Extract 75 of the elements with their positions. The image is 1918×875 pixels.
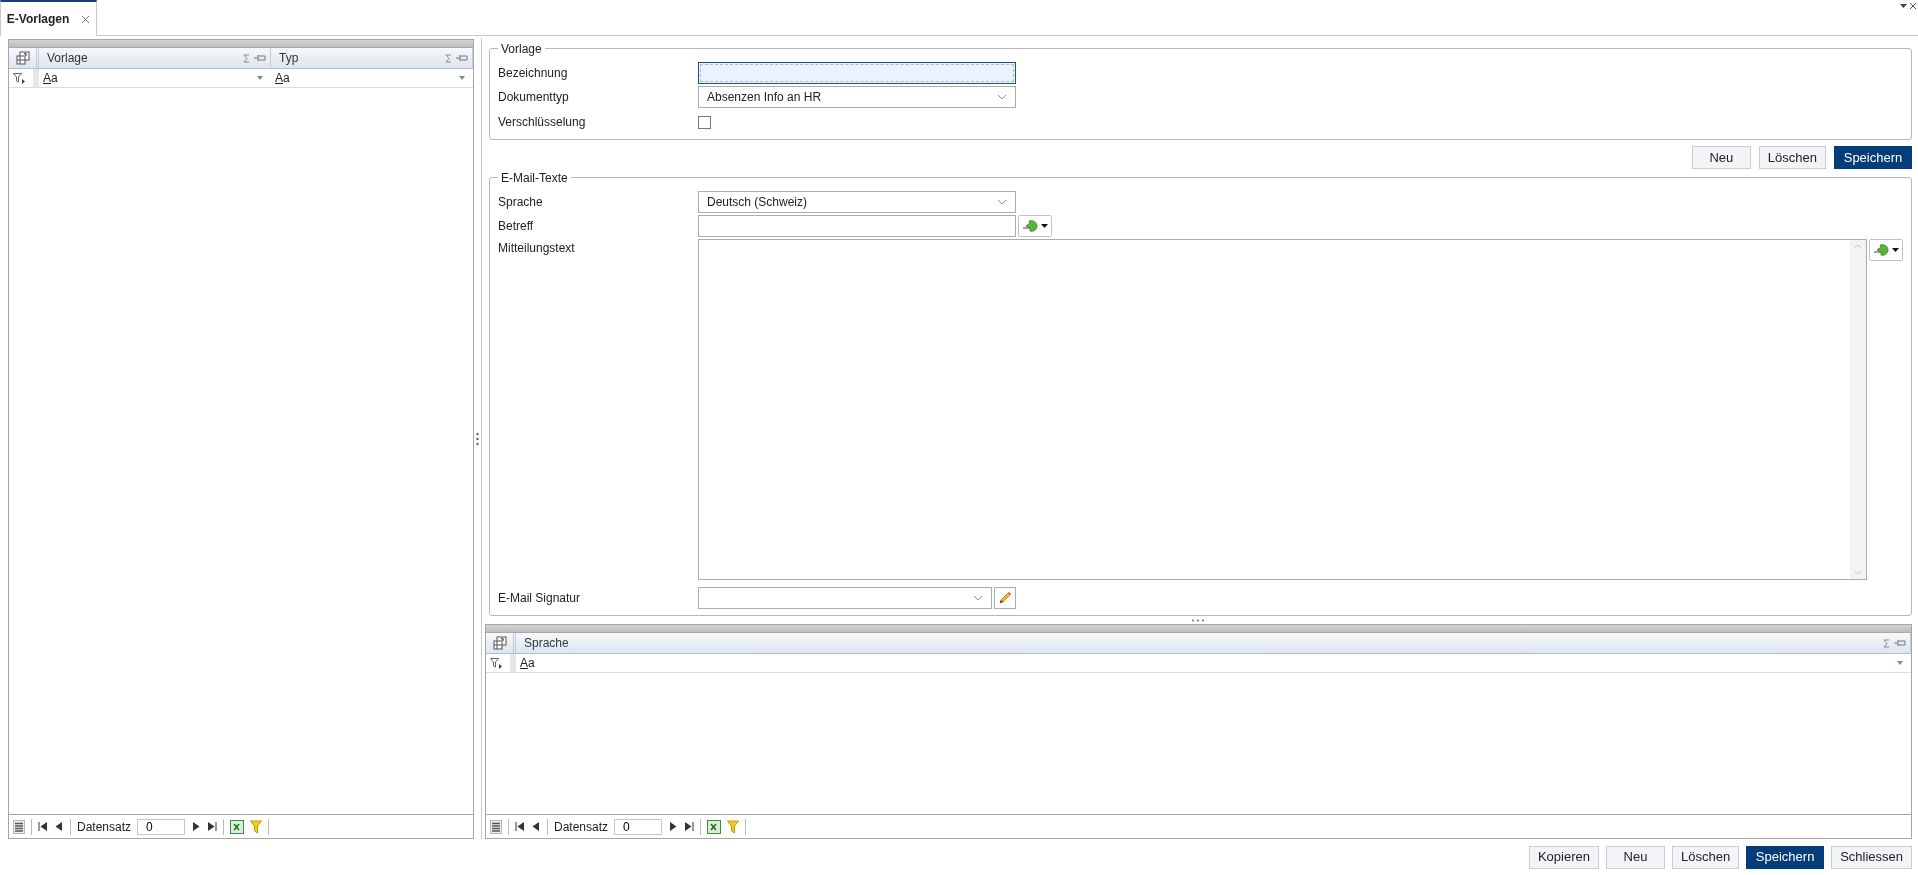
action-button[interactable]: Schliessen (1831, 845, 1912, 869)
sum-icon[interactable] (243, 53, 250, 63)
close-icon[interactable] (1910, 3, 1916, 9)
field-label: Betreff (498, 218, 535, 235)
action-button[interactable]: Löschen (1671, 845, 1740, 869)
insert-placeholder-button[interactable] (1018, 215, 1052, 237)
action-button[interactable]: Löschen (1758, 146, 1826, 169)
record-number-field[interactable]: 0 (137, 818, 186, 835)
pencil-icon (998, 591, 1012, 605)
field-label: Bezeichnung (498, 65, 569, 82)
last-record-icon[interactable] (207, 822, 218, 831)
previous-record-icon[interactable] (531, 822, 541, 831)
chevron-down-icon (997, 94, 1007, 100)
filter-cell[interactable]: Aa (39, 69, 271, 87)
filter-icon[interactable] (727, 819, 740, 834)
text-field[interactable] (698, 62, 1016, 84)
action-button[interactable]: Neu (1691, 146, 1751, 169)
dropdown-field[interactable]: Deutsch (Schweiz) (698, 191, 1016, 213)
action-button[interactable]: Neu (1605, 845, 1665, 869)
last-record-icon[interactable] (684, 822, 695, 831)
filter-cell[interactable]: Aa (271, 69, 473, 87)
filter-operator[interactable]: Aa (275, 69, 290, 87)
dropdown-icon (1891, 248, 1899, 252)
previous-record-icon[interactable] (54, 822, 64, 831)
insert-arrow-icon (1873, 243, 1890, 257)
filter-row-icon (490, 657, 502, 669)
next-record-icon[interactable] (191, 822, 202, 831)
pin-icon[interactable] (254, 54, 266, 62)
primary-button[interactable]: Speichern (1834, 146, 1912, 169)
field-label: E-Mail Signatur (498, 590, 582, 607)
filter-cell[interactable]: Aa (516, 654, 1911, 672)
document-tab[interactable]: E-Vorlagen (0, 0, 97, 36)
filter-icon[interactable] (250, 819, 263, 834)
sum-icon[interactable] (445, 53, 452, 63)
column-header[interactable]: Vorlage (39, 48, 271, 68)
column-header[interactable]: Typ (271, 48, 473, 68)
dropdown-icon (1040, 224, 1048, 228)
column-header[interactable]: Sprache (516, 633, 1911, 653)
filter-operator[interactable]: Aa (520, 654, 535, 672)
edit-button[interactable] (994, 587, 1016, 609)
field-label: Mitteilungstext (498, 240, 576, 257)
field-label: Dokumenttyp (498, 89, 570, 106)
dropdown-icon[interactable] (1900, 4, 1907, 8)
filter-operator[interactable]: Aa (43, 69, 58, 87)
dropdown-field[interactable]: Absenzen Info an HR (698, 86, 1016, 108)
spreadsheet-export-icon[interactable] (707, 819, 722, 834)
checkbox[interactable] (698, 115, 711, 129)
chevron-down-icon (997, 199, 1007, 205)
spreadsheet-export-icon[interactable] (230, 819, 245, 834)
field-label: Verschlüsselung (498, 114, 587, 131)
insert-arrow-icon (1022, 219, 1039, 233)
chevron-down-icon (973, 595, 983, 601)
first-record-icon[interactable] (38, 822, 48, 831)
column-chooser-icon[interactable] (492, 636, 507, 650)
close-icon[interactable] (81, 14, 91, 24)
column-chooser-icon[interactable] (15, 51, 30, 65)
insert-placeholder-button[interactable] (1869, 239, 1903, 261)
record-number-field[interactable]: 0 (614, 818, 663, 835)
record-list-icon[interactable] (13, 819, 25, 834)
splitter-grip-icon[interactable] (1190, 618, 1205, 622)
filter-row-icon (13, 72, 25, 84)
field-label: Sprache (498, 194, 544, 211)
sum-icon[interactable] (1883, 638, 1890, 648)
next-record-icon[interactable] (668, 822, 679, 831)
primary-button[interactable]: Speichern (1746, 845, 1825, 869)
record-list-icon[interactable] (490, 819, 502, 834)
action-button[interactable]: Kopieren (1528, 845, 1599, 869)
record-label: Datensatz (554, 818, 609, 836)
record-label: Datensatz (77, 818, 132, 836)
splitter-grip-icon[interactable] (476, 431, 479, 446)
pin-icon[interactable] (1894, 639, 1906, 647)
first-record-icon[interactable] (515, 822, 525, 831)
text-field[interactable] (698, 215, 1016, 237)
pin-icon[interactable] (456, 54, 468, 62)
dropdown-field[interactable] (698, 587, 992, 609)
